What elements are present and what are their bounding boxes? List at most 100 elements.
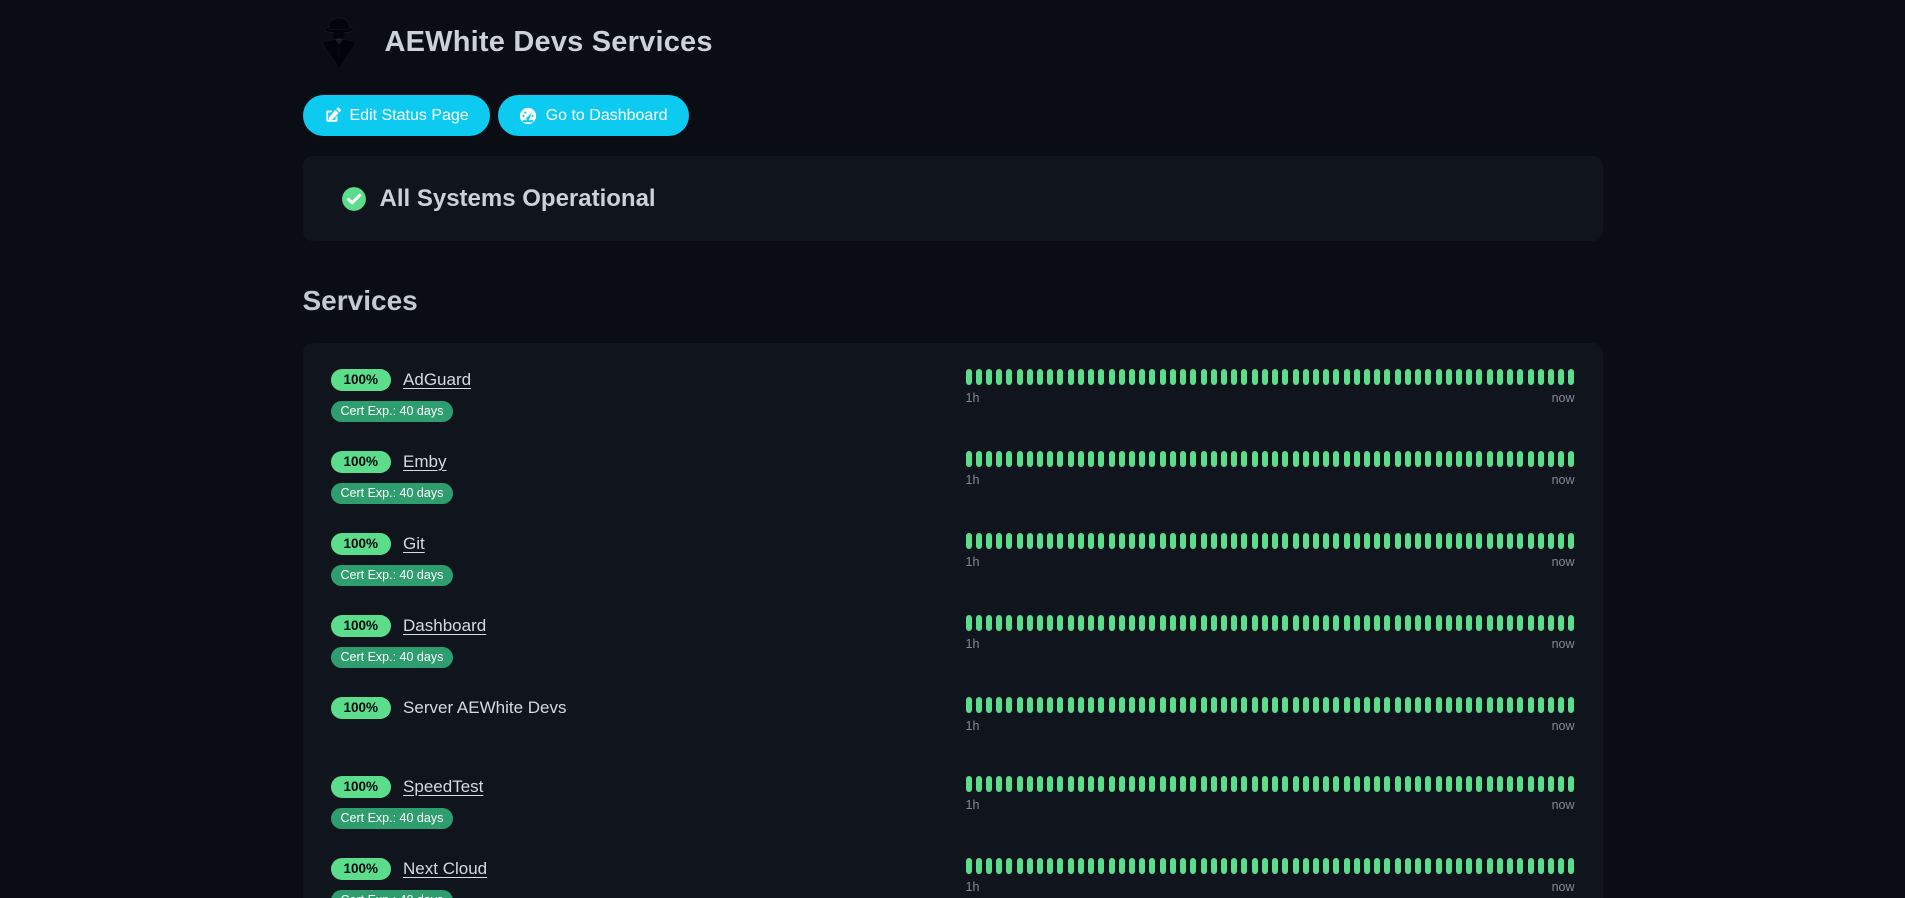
heartbeat-bar <box>1456 858 1462 874</box>
heartbeat-bar <box>1374 615 1381 631</box>
heartbeat-bar <box>1353 369 1360 385</box>
heartbeat-bar <box>1302 697 1309 713</box>
heartbeat-bar <box>1190 858 1197 874</box>
heartbeat-bar <box>1180 615 1187 631</box>
heartbeat-bar <box>975 697 982 713</box>
heartbeat-bar <box>1292 858 1299 874</box>
heartbeat-bar <box>1118 615 1125 631</box>
heartbeat-bar <box>1415 615 1422 631</box>
go-to-dashboard-button[interactable]: Go to Dashboard <box>497 95 689 136</box>
heartbeat-bar <box>1261 697 1268 713</box>
heartbeat-bar <box>1404 776 1411 792</box>
heartbeat-bar <box>1190 697 1197 713</box>
monitor-info: 100% SpeedTest Cert Exp.: 40 days <box>330 775 483 829</box>
heartbeat-bar <box>1527 776 1534 792</box>
heartbeat-bar <box>1323 858 1330 874</box>
heartbeat-bar <box>1302 776 1309 792</box>
heartbeat-bar <box>1456 369 1462 385</box>
monitor-name-line: 100% Server AEWhite Devs <box>330 696 567 720</box>
monitor-name-link[interactable]: AdGuard <box>403 370 471 390</box>
monitor-row: 100% Next Cloud Cert Exp.: 40 days 1h now <box>330 843 1575 898</box>
heartbeat-bar <box>1016 451 1023 467</box>
heartbeat-bar <box>1108 615 1115 631</box>
heartbeat-time-labels: 1h now <box>966 555 1575 569</box>
heartbeat-bar <box>1323 533 1330 549</box>
heartbeat-bar <box>975 451 982 467</box>
heartbeat-bar <box>1547 697 1554 713</box>
dashboard-gauge-icon <box>519 107 536 124</box>
heartbeat-bar <box>1272 451 1279 467</box>
heartbeat-bar <box>1016 858 1023 874</box>
heartbeat-bar <box>1088 697 1095 713</box>
heartbeat-bar <box>1292 615 1299 631</box>
monitor-name-link[interactable]: Dashboard <box>403 616 486 636</box>
heartbeat-bar <box>1282 369 1289 385</box>
heartbeat-bar <box>1476 451 1483 467</box>
edit-status-page-button[interactable]: Edit Status Page <box>302 95 490 136</box>
heartbeat-bar <box>1149 776 1156 792</box>
services-heading: Services <box>302 285 418 316</box>
heartbeat-bar <box>1108 369 1115 385</box>
monitor-name-link[interactable]: Emby <box>403 452 446 472</box>
heartbeat-bar <box>1415 451 1422 467</box>
heartbeat-window-start: 1h <box>965 473 980 487</box>
heartbeat-bar <box>1496 369 1503 385</box>
heartbeat-bar <box>1394 697 1401 713</box>
heartbeat-bar <box>1558 615 1565 631</box>
heartbeat-bar <box>985 369 992 385</box>
heartbeat-bar <box>985 776 992 792</box>
heartbeat-bar <box>1210 615 1217 631</box>
heartbeat-bar <box>1323 615 1330 631</box>
monitor-name-link[interactable]: Next Cloud <box>403 859 487 879</box>
heartbeat-bar <box>1037 533 1044 549</box>
heartbeat-bar <box>1568 776 1575 792</box>
heartbeat-bar <box>1384 451 1391 467</box>
heartbeat-bar <box>1077 697 1084 713</box>
heartbeat-bar <box>1333 533 1340 549</box>
heartbeat-bar <box>1261 858 1268 874</box>
heartbeat-bar <box>1169 697 1176 713</box>
heartbeat-bar <box>1456 451 1462 467</box>
heartbeat-bar <box>1139 451 1146 467</box>
heartbeat-bar <box>1200 451 1207 467</box>
heartbeat-bar <box>1507 369 1514 385</box>
heartbeat-bar <box>1374 451 1381 467</box>
heartbeat-bar <box>1016 533 1023 549</box>
heartbeat-bar <box>1292 533 1299 549</box>
heartbeat-bar <box>1476 369 1483 385</box>
heartbeat-bar <box>1312 369 1319 385</box>
heartbeat-bar <box>1558 369 1565 385</box>
monitor-name-link[interactable]: SpeedTest <box>403 777 483 797</box>
heartbeat-bar <box>1129 533 1135 549</box>
logo-silhouette-icon <box>320 17 357 70</box>
heartbeat-bar <box>1108 533 1115 549</box>
heartbeat-bar <box>975 615 982 631</box>
heartbeat-area: 1h now <box>965 857 1575 894</box>
heartbeat-bar <box>1190 533 1197 549</box>
heartbeat-window-end: now <box>1551 880 1575 894</box>
heartbeat-bar <box>1302 858 1309 874</box>
heartbeat-bar <box>1435 697 1442 713</box>
heartbeat-bar <box>1404 451 1411 467</box>
heartbeat-bar <box>1149 369 1156 385</box>
heartbeat-bar <box>1098 697 1105 713</box>
heartbeat-bar <box>1272 369 1279 385</box>
heartbeat-bar <box>1547 615 1554 631</box>
heartbeat-bar <box>1466 858 1473 874</box>
monitor-name: Server AEWhite Devs <box>403 698 567 717</box>
heartbeat-bar <box>1486 451 1493 467</box>
heartbeat-bar <box>1210 369 1217 385</box>
heartbeat-bar <box>1047 615 1054 631</box>
heartbeat-bar <box>1353 858 1360 874</box>
heartbeat-bar <box>1537 369 1544 385</box>
heartbeat-bar <box>1537 533 1544 549</box>
heartbeat-bar <box>1067 533 1074 549</box>
heartbeat-bar <box>1220 369 1227 385</box>
heartbeat-bar <box>985 858 992 874</box>
heartbeat-bar <box>1077 533 1084 549</box>
heartbeat-bar <box>1323 451 1330 467</box>
heartbeat-bar <box>1159 533 1166 549</box>
heartbeat-bar <box>1302 615 1309 631</box>
monitor-name-link[interactable]: Git <box>403 534 425 554</box>
heartbeat-bar <box>1558 776 1565 792</box>
